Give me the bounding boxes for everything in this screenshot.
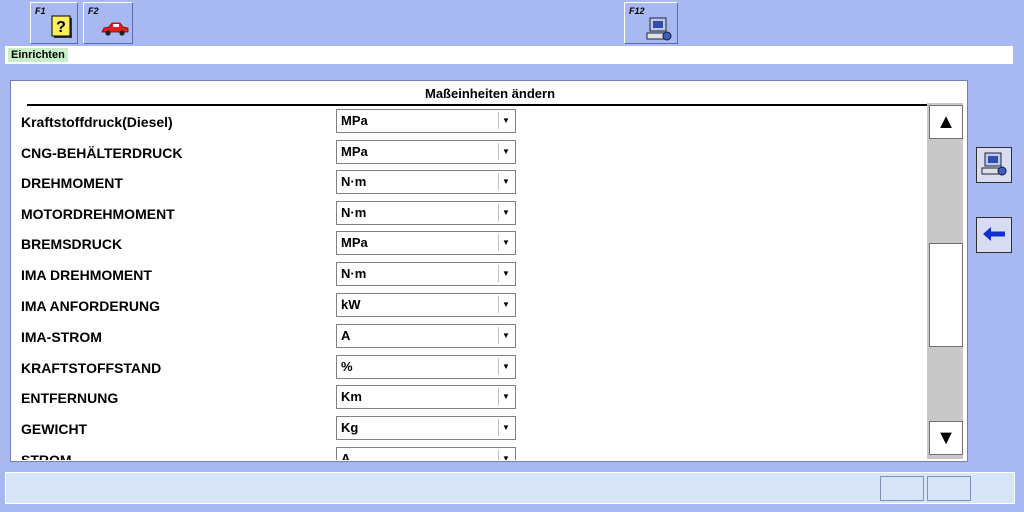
car-icon <box>100 21 130 42</box>
unit-select[interactable]: A ▼ <box>336 324 516 348</box>
f2-vehicle-button[interactable]: F2 <box>83 2 133 44</box>
unit-row-label: Kraftstoffdruck(Diesel) <box>21 114 173 130</box>
unit-row-label: BREMSDRUCK <box>21 236 123 252</box>
unit-select[interactable]: kW ▼ <box>336 293 516 317</box>
unit-select-value: MPa <box>341 144 368 159</box>
chevron-down-icon[interactable]: ▼ <box>498 327 513 344</box>
chevron-down-icon[interactable]: ▼ <box>498 204 513 221</box>
unit-select[interactable]: MPa ▼ <box>336 140 516 164</box>
vertical-scrollbar[interactable]: ▲ ▼ <box>927 103 963 459</box>
unit-row-label: IMA ANFORDERUNG <box>21 298 160 314</box>
list-item: IMA ANFORDERUNG kW ▼ <box>11 292 921 322</box>
panel-title: Maßeinheiten ändern <box>27 84 953 106</box>
unit-select-value: N·m <box>341 174 367 189</box>
computer-settings-icon <box>645 17 673 48</box>
computer-settings-icon <box>980 152 1008 183</box>
unit-row-label: DREHMOMENT <box>21 175 123 191</box>
unit-select[interactable]: N·m ▼ <box>336 201 516 225</box>
unit-select-value: A <box>341 328 351 343</box>
unit-row-label: CNG-BEHÄLTERDRUCK <box>21 145 183 161</box>
list-item: IMA DREHMOMENT N·m ▼ <box>11 261 921 291</box>
status-field <box>880 476 924 501</box>
list-item: DREHMOMENT N·m ▼ <box>11 169 921 199</box>
unit-row-label: GEWICHT <box>21 421 88 437</box>
print-settings-button[interactable] <box>976 147 1012 183</box>
back-button[interactable] <box>976 217 1012 253</box>
unit-select-value: kW <box>341 297 361 312</box>
mode-bar: Einrichten <box>5 46 1013 64</box>
unit-select-value: Km <box>341 389 362 404</box>
unit-select[interactable]: Km ▼ <box>336 385 516 409</box>
unit-row-label: IMA DREHMOMENT <box>21 267 152 283</box>
triangle-up-icon[interactable]: ▲ <box>929 105 963 139</box>
units-panel: Maßeinheiten ändern Kraftstoffdruck(Dies… <box>10 80 968 462</box>
unit-select[interactable]: Kg ▼ <box>336 416 516 440</box>
list-item: KRAFTSTOFFSTAND % ▼ <box>11 354 921 384</box>
svg-text:?: ? <box>56 19 66 36</box>
list-item: ENTFERNUNG Km ▼ <box>11 384 921 414</box>
unit-select[interactable]: % ▼ <box>336 355 516 379</box>
unit-row-label: ENTFERNUNG <box>21 390 119 406</box>
f1-help-button[interactable]: F1 ? <box>30 2 78 44</box>
f12-label: F12 <box>629 6 645 16</box>
chevron-down-icon[interactable]: ▼ <box>498 358 513 375</box>
unit-row-label: STROM <box>21 452 72 460</box>
triangle-down-icon[interactable]: ▼ <box>929 421 963 455</box>
f1-label: F1 <box>35 6 46 16</box>
list-item: IMA-STROM A ▼ <box>11 323 921 353</box>
unit-select-value: N·m <box>341 266 367 281</box>
unit-select[interactable]: N·m ▼ <box>336 170 516 194</box>
chevron-down-icon[interactable]: ▼ <box>498 450 513 460</box>
list-item: BREMSDRUCK MPa ▼ <box>11 230 921 260</box>
unit-select[interactable]: MPa ▼ <box>336 231 516 255</box>
scrollbar-thumb[interactable] <box>929 243 963 347</box>
unit-select-value: MPa <box>341 235 368 250</box>
unit-select-value: MPa <box>341 113 368 128</box>
chevron-down-icon[interactable]: ▼ <box>498 296 513 313</box>
units-list: Kraftstoffdruck(Diesel) MPa ▼ CNG-BEHÄLT… <box>11 108 921 460</box>
arrow-left-icon <box>981 224 1007 249</box>
list-item: Kraftstoffdruck(Diesel) MPa ▼ <box>11 108 921 138</box>
f12-settings-button[interactable]: F12 <box>624 2 678 44</box>
unit-row-label: IMA-STROM <box>21 329 102 345</box>
list-item: GEWICHT Kg ▼ <box>11 415 921 445</box>
chevron-down-icon[interactable]: ▼ <box>498 112 513 129</box>
chevron-down-icon[interactable]: ▼ <box>498 234 513 251</box>
unit-select-value: N·m <box>341 205 367 220</box>
chevron-down-icon[interactable]: ▼ <box>498 419 513 436</box>
status-bar <box>5 472 1015 504</box>
list-item: CNG-BEHÄLTERDRUCK MPa ▼ <box>11 139 921 169</box>
help-question-icon: ? <box>51 13 75 46</box>
status-field <box>927 476 971 501</box>
list-item: MOTORDREHMOMENT N·m ▼ <box>11 200 921 230</box>
chevron-down-icon[interactable]: ▼ <box>498 173 513 190</box>
list-item: STROM A ▼ <box>11 446 921 460</box>
mode-label: Einrichten <box>8 48 68 62</box>
unit-select-value: A <box>341 451 351 460</box>
unit-select[interactable]: N·m ▼ <box>336 262 516 286</box>
unit-select[interactable]: A ▼ <box>336 447 516 460</box>
chevron-down-icon[interactable]: ▼ <box>498 265 513 282</box>
unit-select[interactable]: MPa ▼ <box>336 109 516 133</box>
unit-row-label: MOTORDREHMOMENT <box>21 206 175 222</box>
unit-select-value: Kg <box>341 420 359 435</box>
unit-row-label: KRAFTSTOFFSTAND <box>21 360 162 376</box>
f2-label: F2 <box>88 6 99 16</box>
unit-select-value: % <box>341 359 353 374</box>
chevron-down-icon[interactable]: ▼ <box>498 143 513 160</box>
chevron-down-icon[interactable]: ▼ <box>498 388 513 405</box>
